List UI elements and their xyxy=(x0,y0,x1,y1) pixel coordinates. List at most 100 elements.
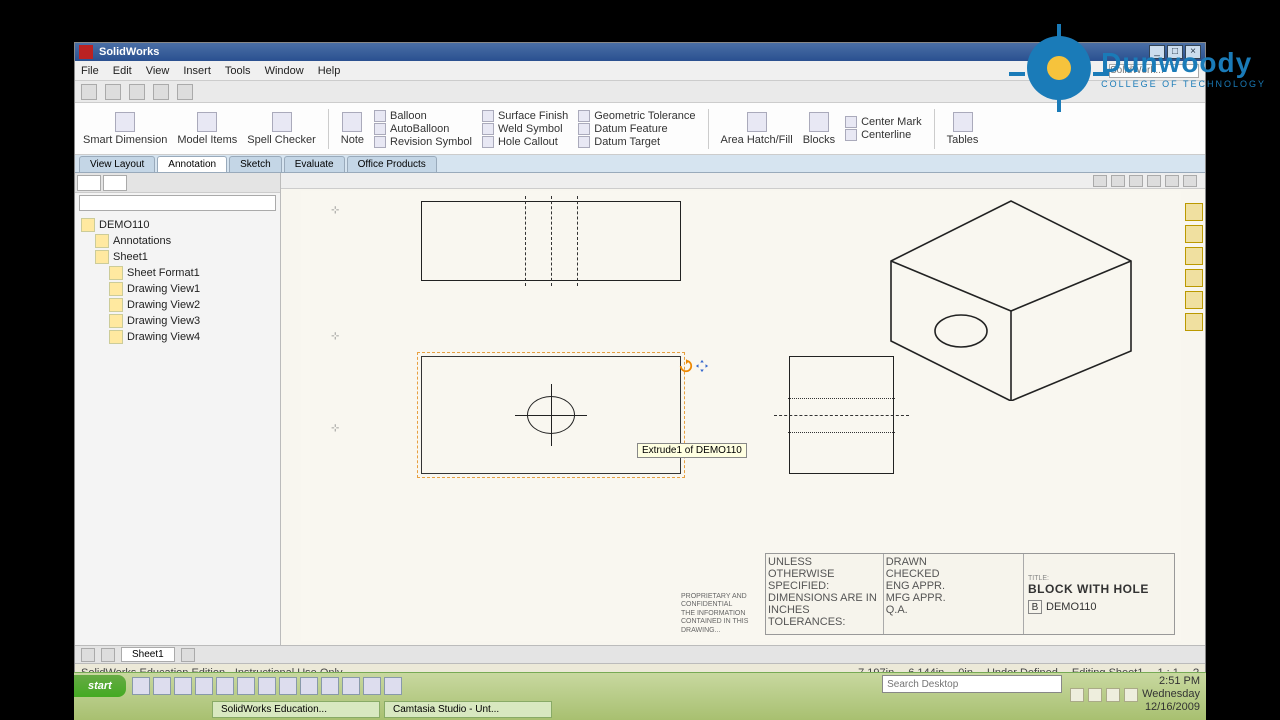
drawing-sheet[interactable]: ⊹ ⊹ ⊹ xyxy=(301,191,1181,641)
display-style-icon[interactable] xyxy=(1183,175,1197,187)
top-view[interactable] xyxy=(421,201,681,281)
tree-root-label: DEMO110 xyxy=(99,219,150,231)
drawing-canvas[interactable]: ⊹ ⊹ ⊹ xyxy=(281,173,1205,645)
tray-icon[interactable] xyxy=(1124,688,1138,702)
menu-tools[interactable]: Tools xyxy=(225,65,251,77)
gtol-icon xyxy=(578,110,590,122)
geometric-tolerance-button[interactable]: Geometric Tolerance xyxy=(578,110,695,122)
menu-file[interactable]: File xyxy=(81,65,99,77)
ql-icon[interactable] xyxy=(363,677,381,695)
spell-checker-button[interactable]: Spell Checker xyxy=(247,112,315,146)
ql-icon[interactable] xyxy=(279,677,297,695)
rotate-icon[interactable] xyxy=(1147,175,1161,187)
sheet-add[interactable] xyxy=(181,648,195,662)
tree-view2[interactable]: Drawing View2 xyxy=(109,297,274,313)
pan-icon[interactable] xyxy=(1165,175,1179,187)
hole-callout-button[interactable]: Hole Callout xyxy=(482,136,568,148)
sheet-nav-first[interactable] xyxy=(81,648,95,662)
sidebar-tab-feature[interactable] xyxy=(77,175,101,191)
weld-symbol-button[interactable]: Weld Symbol xyxy=(482,123,568,135)
menu-window[interactable]: Window xyxy=(265,65,304,77)
tree-view3[interactable]: Drawing View3 xyxy=(109,313,274,329)
ql-icon[interactable] xyxy=(174,677,192,695)
ql-icon[interactable] xyxy=(237,677,255,695)
move-rotate-handle[interactable] xyxy=(679,359,709,373)
smart-dimension-button[interactable]: Smart Dimension xyxy=(83,112,167,146)
tb-approvals: DRAWNCHECKEDENG APPR.MFG APPR.Q.A. xyxy=(884,554,1024,634)
ql-icon[interactable] xyxy=(300,677,318,695)
blocks-button[interactable]: Blocks xyxy=(803,112,835,146)
canvas-toolbar xyxy=(281,173,1205,189)
tree-filter-input[interactable] xyxy=(79,195,276,211)
datum-target-button[interactable]: Datum Target xyxy=(578,136,695,148)
tree-sheet-format[interactable]: Sheet Format1 xyxy=(109,265,274,281)
center-mark-button[interactable]: Center Mark xyxy=(845,116,922,128)
move-icon xyxy=(695,359,709,373)
ql-icon[interactable] xyxy=(153,677,171,695)
tray-icon[interactable] xyxy=(1070,688,1084,702)
file-explorer-icon[interactable] xyxy=(1185,247,1203,265)
custom-props-icon[interactable] xyxy=(1185,313,1203,331)
ql-icon[interactable] xyxy=(195,677,213,695)
system-clock[interactable]: 2:51 PM Wednesday 12/16/2009 xyxy=(1142,675,1200,715)
autoballoon-button[interactable]: AutoBalloon xyxy=(374,123,472,135)
tb-icon-4[interactable] xyxy=(153,84,169,100)
tree-root[interactable]: DEMO110 xyxy=(81,217,274,233)
tray-icon[interactable] xyxy=(1106,688,1120,702)
ql-icon[interactable] xyxy=(216,677,234,695)
resources-tab-icon[interactable] xyxy=(1185,203,1203,221)
tab-office-products[interactable]: Office Products xyxy=(347,156,437,172)
taskbar-task-solidworks[interactable]: SolidWorks Education... xyxy=(212,701,380,718)
menu-help[interactable]: Help xyxy=(318,65,341,77)
view-palette-icon[interactable] xyxy=(1185,269,1203,287)
area-hatch-button[interactable]: Area Hatch/Fill xyxy=(721,112,793,146)
menu-edit[interactable]: Edit xyxy=(113,65,132,77)
tab-evaluate[interactable]: Evaluate xyxy=(284,156,345,172)
desktop-search-input[interactable] xyxy=(882,675,1062,693)
tab-annotation[interactable]: Annotation xyxy=(157,156,227,172)
zoom-fit-icon[interactable] xyxy=(1093,175,1107,187)
ql-icon[interactable] xyxy=(384,677,402,695)
surface-finish-button[interactable]: Surface Finish xyxy=(482,110,568,122)
tables-button[interactable]: Tables xyxy=(947,112,979,146)
revision-symbol-button[interactable]: Revision Symbol xyxy=(374,136,472,148)
sheet-tab-1[interactable]: Sheet1 xyxy=(121,647,175,662)
design-library-icon[interactable] xyxy=(1185,225,1203,243)
centermark-icon xyxy=(845,116,857,128)
ql-icon[interactable] xyxy=(258,677,276,695)
menu-insert[interactable]: Insert xyxy=(183,65,211,77)
surface-icon xyxy=(482,110,494,122)
appearances-icon[interactable] xyxy=(1185,291,1203,309)
ql-icon[interactable] xyxy=(342,677,360,695)
title-block[interactable]: UNLESS OTHERWISE SPECIFIED:DIMENSIONS AR… xyxy=(765,553,1175,635)
tree-view4[interactable]: Drawing View4 xyxy=(109,329,274,345)
zoom-area-icon[interactable] xyxy=(1111,175,1125,187)
zoom-in-icon[interactable] xyxy=(1129,175,1143,187)
tab-sketch[interactable]: Sketch xyxy=(229,156,282,172)
ql-icon[interactable] xyxy=(321,677,339,695)
tree-annotations[interactable]: Annotations xyxy=(95,233,274,249)
tab-view-layout[interactable]: View Layout xyxy=(79,156,155,172)
tb-icon-2[interactable] xyxy=(105,84,121,100)
note-button[interactable]: Note xyxy=(341,112,364,146)
datum-feature-button[interactable]: Datum Feature xyxy=(578,123,695,135)
taskbar-task-camtasia[interactable]: Camtasia Studio - Unt... xyxy=(384,701,552,718)
smart-dimension-label: Smart Dimension xyxy=(83,134,167,146)
isometric-view[interactable] xyxy=(861,191,1161,401)
balloon-button[interactable]: Balloon xyxy=(374,110,472,122)
ql-icon[interactable] xyxy=(132,677,150,695)
view-icon xyxy=(109,298,123,312)
sheet-nav-prev[interactable] xyxy=(101,648,115,662)
menu-view[interactable]: View xyxy=(146,65,170,77)
tree-view2-label: Drawing View2 xyxy=(127,299,200,311)
tb-icon-5[interactable] xyxy=(177,84,193,100)
tray-icon[interactable] xyxy=(1088,688,1102,702)
sidebar-tab-property[interactable] xyxy=(103,175,127,191)
tree-view1[interactable]: Drawing View1 xyxy=(109,281,274,297)
start-button[interactable]: start xyxy=(74,675,126,697)
model-items-button[interactable]: Model Items xyxy=(177,112,237,146)
tb-icon-3[interactable] xyxy=(129,84,145,100)
centerline-button[interactable]: Centerline xyxy=(845,129,922,141)
tb-icon-1[interactable] xyxy=(81,84,97,100)
tree-sheet[interactable]: Sheet1 xyxy=(95,249,274,265)
